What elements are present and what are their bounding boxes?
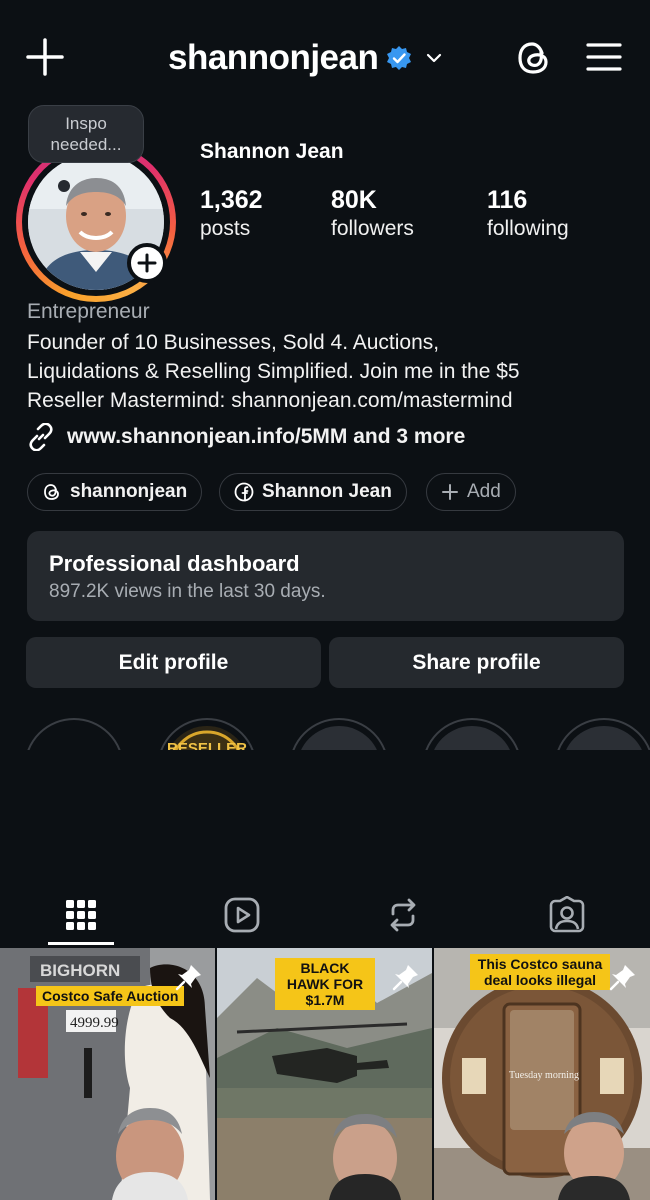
profile-username: shannonjean [168,38,379,77]
stat-value: 116 [487,186,528,214]
post-overlay-text: Tuesday morning [509,1070,579,1081]
reposts-icon [390,898,416,932]
facebook-chip[interactable]: Shannon Jean [219,473,407,511]
create-plus-icon[interactable] [24,36,66,78]
chip-label: Add [467,481,501,502]
verified-badge-icon [387,46,412,70]
note-bubble[interactable]: Inspo needed... [28,105,144,163]
active-tab-indicator [48,942,114,945]
threads-icon [44,484,59,500]
posts-grid: BIGHORN 4999.99 Costco Safe Auction BLAC… [0,948,650,1200]
stat-posts[interactable]: 1,362 posts [200,186,263,241]
post-caption: Costco Safe Auction [36,986,185,1006]
pinned-icon [609,965,635,991]
chip-label: Shannon Jean [262,481,392,502]
profile-category: Entrepreneur [27,300,150,323]
dashboard-subtitle: 897.2K views in the last 30 days. [49,581,326,602]
edit-profile-button[interactable]: Edit profile [26,637,321,688]
display-name: Shannon Jean [200,140,344,163]
post-tile[interactable]: Tuesday morning This Costco sauna deal l… [434,948,650,1200]
chip-label: shannonjean [70,481,188,502]
professional-dashboard[interactable]: Professional dashboard 897.2K views in t… [27,531,624,621]
bio-line[interactable]: Reseller Mastermind: shannonjean.com/mas… [27,386,627,415]
pinned-icon [392,965,418,991]
tagged-icon [549,896,585,933]
stat-label: posts [200,217,251,240]
stat-label: followers [331,217,414,240]
post-caption: This Costco sauna deal looks illegal [470,954,610,990]
top-bar: shannonjean [0,0,650,115]
price-tag-text: 4999.99 [70,1015,119,1031]
tab-tagged[interactable] [517,885,617,945]
add-story-button[interactable] [127,243,167,283]
account-switcher[interactable]: shannonjean [168,36,444,80]
facebook-icon [234,482,254,502]
link-icon [29,423,53,451]
tab-reels[interactable] [192,885,292,945]
plus-icon [442,484,458,500]
content-tabs [0,885,650,947]
plus-icon [137,253,157,273]
grid-icon [66,900,96,930]
highlights-mask [0,750,650,880]
hamburger-menu-icon[interactable] [585,40,623,74]
stat-value: 80K [331,186,377,214]
profile-bio: Founder of 10 Businesses, Sold 4. Auctio… [27,328,627,415]
bio-line: Founder of 10 Businesses, Sold 4. Auctio… [27,331,440,354]
threads-chip[interactable]: shannonjean [27,473,203,511]
tab-reposts[interactable] [353,885,453,945]
link-text: www.shannonjean.info/5MM and 3 more [67,425,466,448]
post-tile[interactable]: BLACK HAWK FOR $1.7M [217,948,432,1200]
post-caption: BLACK HAWK FOR $1.7M [275,958,375,1010]
threads-icon[interactable] [514,38,554,78]
share-profile-button[interactable]: Share profile [329,637,624,688]
reels-icon [224,897,260,933]
stat-value: 1,362 [200,186,263,214]
post-tile[interactable]: BIGHORN 4999.99 Costco Safe Auction [0,948,215,1200]
stat-following[interactable]: 116 following [487,186,569,241]
pinned-icon [175,965,201,991]
stat-label: following [487,217,569,240]
safe-brand-text: BIGHORN [40,961,120,980]
profile-link[interactable]: www.shannonjean.info/5MM and 3 more [27,423,465,451]
bio-line: Liquidations & Reselling Simplified. Joi… [27,360,520,383]
dashboard-title: Professional dashboard [49,551,300,576]
note-tail [58,180,70,192]
add-chip[interactable]: Add [426,473,516,511]
tab-grid[interactable] [31,885,131,945]
stat-followers[interactable]: 80K followers [331,186,414,241]
chevron-down-icon [427,53,442,63]
